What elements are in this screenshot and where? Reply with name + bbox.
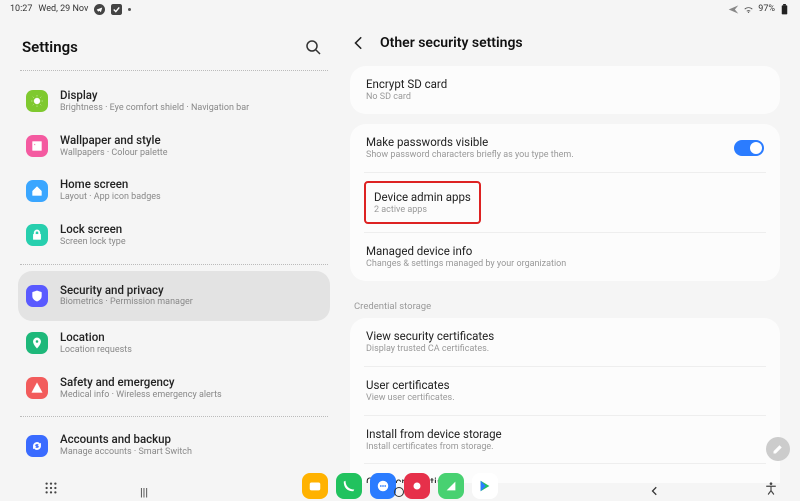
edit-fab[interactable] <box>766 437 790 461</box>
sidebar-item-sub: Location requests <box>60 345 132 357</box>
row-install-from-device-storage[interactable]: Install from device storage Install cert… <box>364 415 766 464</box>
status-bar: 10:27 Wed, 29 Nov 97% <box>0 0 800 18</box>
row-title: Managed device info <box>366 243 764 259</box>
sidebar-item-sub: Screen lock type <box>60 237 126 249</box>
row-user-certificates[interactable]: User certificates View user certificates… <box>364 366 766 415</box>
sidebar-item-sub: Biometrics · Permission manager <box>60 297 193 309</box>
sidebar-item-label: Safety and emergency <box>60 375 222 390</box>
row-sub: Install certificates from storage. <box>366 442 764 454</box>
row-sub: 2 active apps <box>374 205 471 217</box>
row-title: Device admin apps <box>374 189 471 205</box>
sidebar-item-label: Display <box>60 88 249 103</box>
alert-icon <box>26 377 48 399</box>
sidebar-item-safety-and-emergency[interactable]: Safety and emergency Medical info · Wire… <box>18 366 330 411</box>
telegram-icon <box>94 4 105 15</box>
row-sub: Changes & settings managed by your organ… <box>366 259 764 271</box>
airplane-mode-icon <box>728 4 739 15</box>
nav-home[interactable] <box>394 487 404 497</box>
back-button[interactable] <box>350 34 368 52</box>
sidebar-item-home-screen[interactable]: Home screen Layout · App icon badges <box>18 168 330 213</box>
divider <box>20 416 328 417</box>
sidebar-item-sub: Wallpapers · Colour palette <box>60 148 168 160</box>
image-icon <box>26 135 48 157</box>
row-title: Make passwords visible <box>366 134 734 150</box>
sidebar-item-sub: Layout · App icon badges <box>60 192 161 204</box>
highlight-box: Device admin apps 2 active apps <box>364 181 481 225</box>
row-title: User certificates <box>366 377 764 393</box>
sync-icon <box>26 435 48 457</box>
sun-icon <box>26 90 48 112</box>
row-managed-device-info[interactable]: Managed device info Changes & settings m… <box>364 232 766 281</box>
row-encrypt-sd-card[interactable]: Encrypt SD card No SD card <box>364 66 766 114</box>
card-passwords-admin: Make passwords visible Show password cha… <box>350 124 780 281</box>
nav-recent[interactable]: ||| <box>140 486 148 499</box>
row-title: Install from device storage <box>366 426 764 442</box>
pin-icon <box>26 332 48 354</box>
card-credentials: View security certificates Display trust… <box>350 318 780 483</box>
sidebar-item-location[interactable]: Location Location requests <box>18 321 330 366</box>
search-button[interactable] <box>302 36 324 58</box>
lock-icon <box>26 224 48 246</box>
home-icon <box>26 180 48 202</box>
settings-detail: Other security settings Encrypt SD card … <box>340 18 800 483</box>
section-credential-storage: Credential storage <box>350 291 780 318</box>
accessibility-button[interactable] <box>762 479 780 497</box>
page-title: Other security settings <box>380 35 523 51</box>
battery-percent: 97% <box>758 4 775 14</box>
row-title: View security certificates <box>366 328 764 344</box>
sidebar-item-label: Wallpaper and style <box>60 133 168 148</box>
row-title: Encrypt SD card <box>366 76 764 92</box>
sidebar-item-sub: Brightness · Eye comfort shield · Naviga… <box>60 103 249 115</box>
sidebar-item-accounts-and-backup[interactable]: Accounts and backup Manage accounts · Sm… <box>18 423 330 468</box>
row-sub: Show password characters briefly as you … <box>366 150 734 162</box>
sidebar-item-label: Home screen <box>60 177 161 192</box>
settings-title: Settings <box>22 38 78 56</box>
status-time: 10:27 <box>10 4 32 14</box>
battery-icon <box>779 4 790 15</box>
sidebar-item-label: Accounts and backup <box>60 432 192 447</box>
sidebar-item-wallpaper-and-style[interactable]: Wallpaper and style Wallpapers · Colour … <box>18 124 330 169</box>
row-view-security-certificates[interactable]: View security certificates Display trust… <box>364 318 766 366</box>
more-notifications-icon <box>128 8 131 11</box>
nav-back[interactable] <box>650 486 660 499</box>
sidebar-item-display[interactable]: Display Brightness · Eye comfort shield … <box>18 79 330 124</box>
toggle-row-make-passwords-visible[interactable] <box>734 140 764 156</box>
divider <box>20 264 328 265</box>
row-sub: View user certificates. <box>366 393 764 405</box>
check-icon <box>111 4 122 15</box>
system-navbar: ||| <box>0 483 800 501</box>
status-date: Wed, 29 Nov <box>38 4 88 14</box>
row-make-passwords-visible[interactable]: Make passwords visible Show password cha… <box>364 124 766 172</box>
sidebar-item-label: Security and privacy <box>60 283 193 298</box>
row-sub: No SD card <box>366 92 764 104</box>
sidebar-item-security-and-privacy[interactable]: Security and privacy Biometrics · Permis… <box>18 271 330 322</box>
sidebar-item-sub: Manage accounts · Smart Switch <box>60 447 192 459</box>
sidebar-item-label: Location <box>60 330 132 345</box>
sidebar-item-label: Lock screen <box>60 222 126 237</box>
sidebar-item-lock-screen[interactable]: Lock screen Screen lock type <box>18 213 330 258</box>
sidebar-item-sub: Medical info · Wireless emergency alerts <box>60 390 222 402</box>
card-encrypt: Encrypt SD card No SD card <box>350 66 780 114</box>
row-device-admin-apps[interactable]: Device admin apps 2 active apps <box>364 172 766 233</box>
row-sub: Display trusted CA certificates. <box>366 344 764 356</box>
wifi-icon <box>743 4 754 15</box>
shield-icon <box>26 285 48 307</box>
settings-sidebar: Settings Display Brightness · Eye comfor… <box>0 18 340 483</box>
divider <box>20 70 328 71</box>
